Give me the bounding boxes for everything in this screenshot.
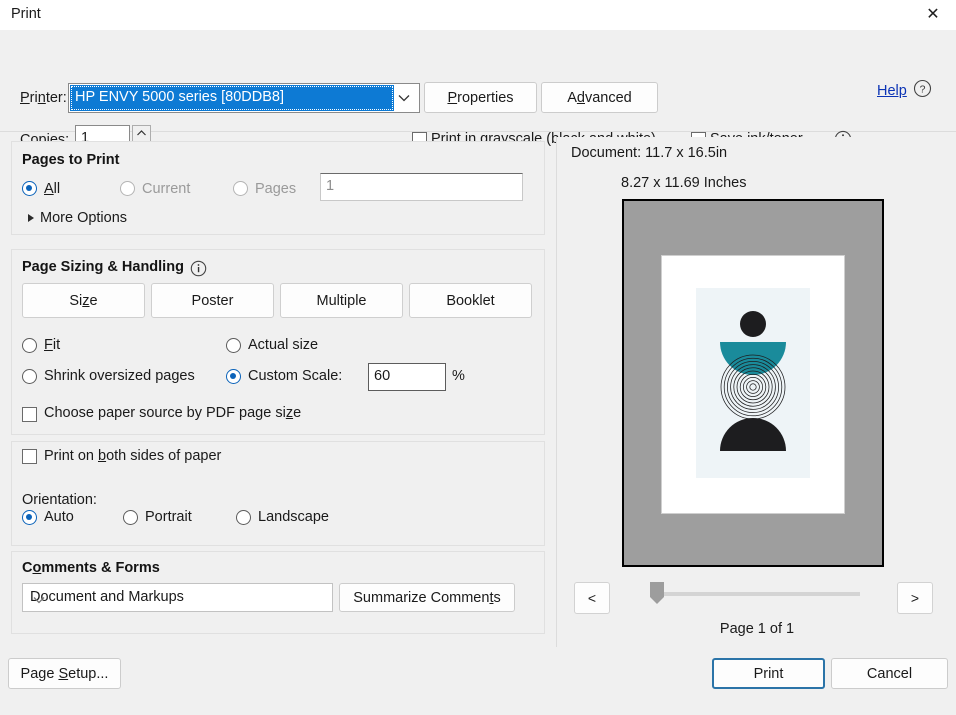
help-link[interactable]: Help — [877, 83, 907, 99]
radio-orientation-landscape[interactable] — [236, 510, 251, 525]
radio-current[interactable] — [120, 181, 135, 196]
poster-label: Poster — [191, 292, 234, 309]
summarize-comments-label: Summarize Comments — [353, 589, 501, 606]
close-button[interactable]: ✕ — [910, 0, 956, 30]
document-size-label: Document: 11.7 x 16.5in — [571, 145, 728, 161]
booklet-label: Booklet — [446, 292, 495, 309]
next-page-button[interactable]: > — [897, 582, 933, 614]
svg-text:?: ? — [920, 84, 926, 96]
radio-custom-scale-label: Custom Scale: — [248, 368, 343, 384]
paper-source-checkbox[interactable] — [22, 407, 37, 422]
orientation-label: Orientation: — [22, 492, 97, 508]
properties-button[interactable]: Properties — [424, 82, 537, 113]
page-slider-thumb[interactable] — [650, 582, 664, 604]
percent-label: % — [452, 368, 465, 384]
radio-shrink-oversized-label: Shrink oversized pages — [44, 368, 195, 384]
radio-pages-label: Pages — [255, 181, 297, 197]
chevron-right-icon: > — [910, 590, 920, 606]
preview-sheet — [622, 199, 884, 567]
multiple-button[interactable]: Multiple — [280, 283, 403, 318]
advanced-button[interactable]: Advanced — [541, 82, 658, 113]
properties-label: Properties — [447, 89, 514, 106]
radio-fit-label: Fit — [44, 337, 61, 353]
print-both-sides-checkbox[interactable] — [22, 449, 37, 464]
close-icon: ✕ — [926, 6, 940, 23]
comments-forms-title: Comments & Forms — [22, 560, 160, 576]
custom-scale-value: 60 — [374, 368, 391, 384]
radio-orientation-landscape-label: Landscape — [258, 509, 329, 525]
radio-current-label: Current — [142, 181, 191, 197]
preview-page — [662, 256, 844, 513]
printer-selected-highlight: HP ENVY 5000 series [80DDB8] — [70, 85, 394, 111]
radio-orientation-portrait[interactable] — [123, 510, 138, 525]
radio-custom-scale[interactable] — [226, 369, 241, 384]
info-circle-icon[interactable] — [190, 260, 207, 277]
print-preview-panel: Document: 11.7 x 16.5in 8.27 x 11.69 Inc… — [556, 137, 956, 647]
size-label: Size — [69, 292, 98, 309]
size-button[interactable]: Size — [22, 283, 145, 318]
comments-selected-value: Document and Markups — [30, 589, 184, 605]
print-button[interactable]: Print — [712, 658, 825, 689]
booklet-button[interactable]: Booklet — [409, 283, 532, 318]
pages-range-value: 1 — [326, 178, 335, 194]
comments-select[interactable]: Document and Markups — [22, 583, 333, 612]
page-slider-track[interactable] — [653, 592, 860, 596]
artwork-svg — [696, 288, 810, 478]
poster-button[interactable]: Poster — [151, 283, 274, 318]
radio-actual-size-label: Actual size — [248, 337, 319, 353]
page-count-label: Page 1 of 1 — [719, 621, 795, 637]
printer-section: Printer: HP ENVY 5000 series [80DDB8] Pr… — [0, 30, 956, 153]
pages-to-print-title: Pages to Print — [22, 152, 120, 168]
printer-selected-value: HP ENVY 5000 series [80DDB8] — [75, 89, 285, 105]
previous-page-button[interactable]: < — [574, 582, 610, 614]
print-label: Print — [753, 665, 784, 682]
chevron-left-icon: < — [587, 590, 597, 606]
advanced-label: Advanced — [567, 89, 632, 106]
page-sizing-title: Page Sizing & Handling — [22, 259, 184, 275]
chevron-down-icon — [30, 589, 48, 611]
chevron-down-icon — [395, 84, 413, 112]
question-circle-icon[interactable]: ? — [913, 79, 932, 98]
cancel-button[interactable]: Cancel — [831, 658, 948, 689]
more-options-label[interactable]: More Options — [40, 210, 127, 226]
printer-select[interactable]: HP ENVY 5000 series [80DDB8] — [68, 83, 420, 113]
title-bar: Print ✕ — [0, 0, 956, 31]
window-title: Print — [11, 6, 41, 22]
cancel-label: Cancel — [866, 665, 913, 682]
radio-orientation-auto-label: Auto — [44, 509, 74, 525]
radio-all-label: All — [44, 181, 61, 197]
preview-artwork — [696, 288, 810, 478]
dialog-footer: Page Setup... Print Cancel — [0, 647, 956, 715]
multiple-label: Multiple — [316, 292, 367, 309]
radio-fit[interactable] — [22, 338, 37, 353]
summarize-comments-button[interactable]: Summarize Comments — [339, 583, 515, 612]
print-both-sides-label: Print on both sides of paper — [44, 448, 222, 464]
pages-range-input[interactable]: 1 — [320, 173, 523, 201]
paper-size-label: 8.27 x 11.69 Inches — [621, 175, 747, 191]
page-setup-button[interactable]: Page Setup... — [8, 658, 121, 689]
printer-label: Printer: — [20, 90, 67, 106]
radio-shrink-oversized[interactable] — [22, 369, 37, 384]
custom-scale-input[interactable]: 60 — [368, 363, 446, 391]
paper-source-label: Choose paper source by PDF page size — [44, 405, 302, 421]
page-setup-label: Page Setup... — [20, 665, 109, 682]
caret-up-icon[interactable] — [133, 126, 150, 139]
radio-actual-size[interactable] — [226, 338, 241, 353]
radio-orientation-portrait-label: Portrait — [145, 509, 192, 525]
radio-orientation-auto[interactable] — [22, 510, 37, 525]
triangle-right-icon[interactable] — [28, 214, 34, 222]
radio-pages[interactable] — [233, 181, 248, 196]
radio-all[interactable] — [22, 181, 37, 196]
